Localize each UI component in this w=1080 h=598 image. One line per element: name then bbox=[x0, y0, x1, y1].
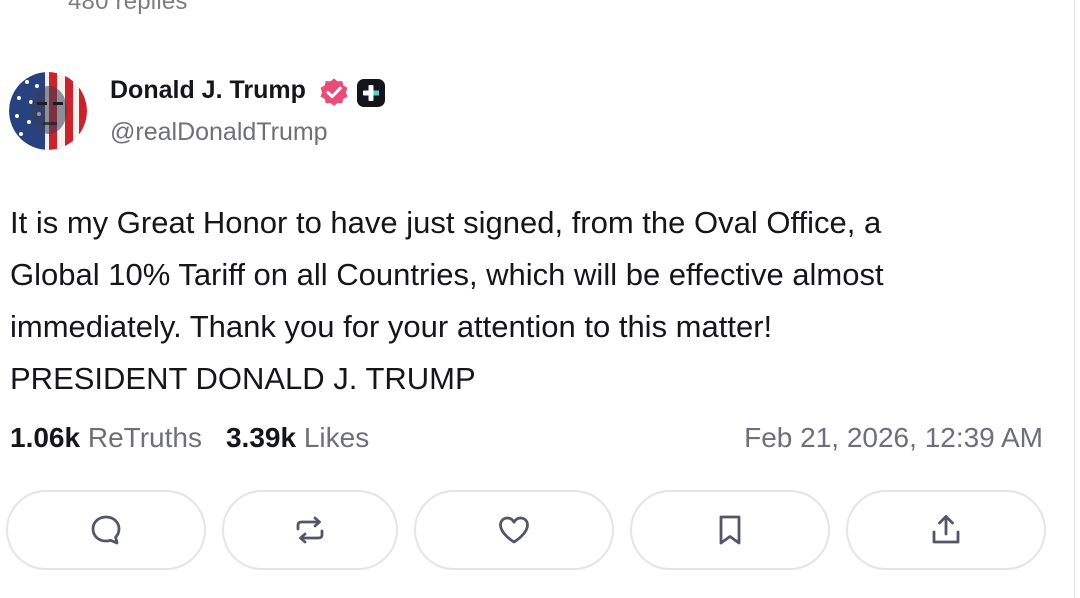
flag-portrait-avatar-icon bbox=[9, 72, 87, 150]
like-button[interactable] bbox=[414, 490, 614, 570]
comment-icon bbox=[91, 515, 121, 545]
retruths-label: ReTruths bbox=[87, 422, 202, 453]
author-name[interactable]: Donald J. Trump bbox=[110, 76, 306, 105]
post-text-line: It is my Great Honor to have just signed… bbox=[10, 205, 882, 240]
previous-replies-count[interactable]: 480 replies bbox=[68, 0, 188, 16]
retruth-button[interactable] bbox=[222, 490, 398, 570]
post-text-line: Global 10% Tariff on all Countries, whic… bbox=[10, 257, 884, 292]
bookmark-icon bbox=[719, 515, 741, 545]
post-view: 480 replies Donald J. Trump @realDonaldT… bbox=[0, 0, 1075, 598]
avatar[interactable] bbox=[9, 72, 87, 150]
post-stats: 1.06k ReTruths 3.39k Likes bbox=[10, 422, 369, 454]
heart-icon bbox=[499, 516, 529, 544]
post-timestamp: Feb 21, 2026, 12:39 AM bbox=[744, 422, 1043, 453]
author-handle[interactable]: @realDonaldTrump bbox=[110, 118, 328, 147]
plus-badge-icon bbox=[357, 79, 385, 107]
post-text: It is my Great Honor to have just signed… bbox=[10, 197, 1050, 405]
retruths-stat[interactable]: 1.06k ReTruths bbox=[10, 422, 202, 453]
likes-count: 3.39k bbox=[225, 422, 297, 453]
post-text-line: immediately. Thank you for your attentio… bbox=[10, 309, 773, 344]
share-icon bbox=[932, 515, 960, 544]
likes-stat[interactable]: 3.39k Likes bbox=[226, 422, 369, 453]
reply-button[interactable] bbox=[6, 490, 206, 570]
repost-icon bbox=[296, 516, 324, 544]
verified-badge-icon bbox=[320, 78, 348, 106]
share-button[interactable] bbox=[846, 490, 1046, 570]
post-text-line: PRESIDENT DONALD J. TRUMP bbox=[10, 361, 476, 396]
retruths-count: 1.06k bbox=[10, 422, 81, 453]
bookmark-button[interactable] bbox=[630, 490, 830, 570]
likes-label: Likes bbox=[303, 422, 370, 453]
